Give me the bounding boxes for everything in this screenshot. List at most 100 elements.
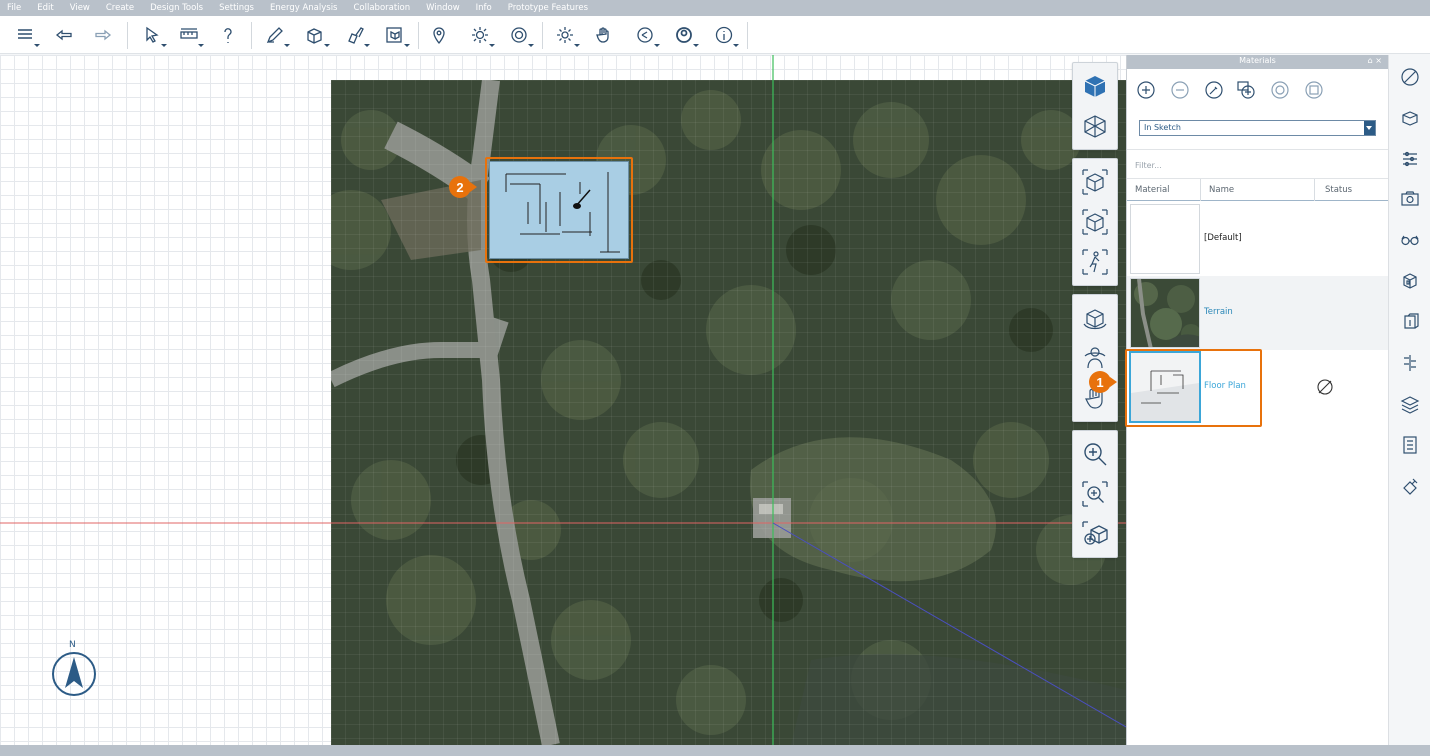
zoom-selected-icon[interactable] xyxy=(1073,162,1117,202)
location-pin-icon[interactable] xyxy=(427,23,451,47)
menu-info[interactable]: Info xyxy=(476,3,492,13)
column-material[interactable]: Material xyxy=(1135,185,1170,195)
material-thumbnail xyxy=(1130,204,1200,274)
column-status[interactable]: Status xyxy=(1325,185,1352,195)
compass-north-label: N xyxy=(69,640,76,650)
sections-panel-icon[interactable] xyxy=(1399,311,1421,333)
callout-1-pointer xyxy=(1110,377,1117,387)
chevron-down-icon[interactable] xyxy=(1364,121,1375,135)
right-sidebar xyxy=(1388,55,1430,745)
north-compass[interactable]: N xyxy=(50,640,98,700)
material-thumbnail xyxy=(1130,278,1200,348)
view-tools-group xyxy=(1072,158,1118,286)
plugins-panel-icon[interactable] xyxy=(1399,475,1421,497)
remove-material-icon[interactable] xyxy=(1169,79,1191,101)
menu-view[interactable]: View xyxy=(70,3,90,13)
materials-panel-header: Materials ⌂ × xyxy=(1127,55,1388,69)
not-used-icon xyxy=(1316,378,1334,401)
share-icon[interactable] xyxy=(633,23,660,47)
undo-icon[interactable] xyxy=(52,23,76,47)
layers-menu-icon[interactable] xyxy=(13,23,40,47)
view-tools-group xyxy=(1072,430,1118,558)
import-object-icon[interactable] xyxy=(383,23,410,47)
zoom-icon[interactable] xyxy=(1073,434,1117,474)
styles-panel-icon[interactable] xyxy=(1399,107,1421,129)
paint-material-icon[interactable] xyxy=(343,23,370,47)
callout-1: 1 xyxy=(1089,371,1111,393)
analysis-panel-icon[interactable] xyxy=(1399,434,1421,456)
gear-settings-icon[interactable] xyxy=(553,23,580,47)
measure-tool-icon[interactable] xyxy=(177,23,204,47)
help-lightbulb-icon[interactable] xyxy=(216,23,240,47)
material-row-default[interactable]: [Default] xyxy=(1127,202,1389,276)
perspective-view-icon[interactable] xyxy=(1073,106,1117,146)
toolbar-divider xyxy=(542,22,543,49)
toolbar-divider xyxy=(418,22,419,49)
zoom-extents-icon[interactable] xyxy=(1073,514,1117,554)
menu-window[interactable]: Window xyxy=(426,3,460,13)
sun-settings-icon[interactable] xyxy=(468,23,495,47)
main-toolbar xyxy=(0,16,1430,54)
column-name[interactable]: Name xyxy=(1209,185,1234,195)
menu-collaboration[interactable]: Collaboration xyxy=(353,3,410,13)
add-from-library-icon[interactable] xyxy=(1235,79,1257,101)
eyedropper-icon[interactable] xyxy=(1203,79,1225,101)
material-name: [Default] xyxy=(1204,233,1242,243)
materials-table-header: Material Name Status xyxy=(1127,179,1389,201)
panel-pin-close-controls[interactable]: ⌂ × xyxy=(1368,56,1382,65)
push-pull-icon[interactable] xyxy=(303,23,330,47)
compass-arrow-icon xyxy=(52,652,96,696)
components-panel-icon[interactable] xyxy=(1399,270,1421,292)
sketch-tool-icon[interactable] xyxy=(263,23,290,47)
layers-tree-icon[interactable] xyxy=(1399,352,1421,374)
materials-scope-dropdown[interactable]: In Sketch xyxy=(1139,120,1376,136)
callout-2: 2 xyxy=(449,176,471,198)
orbit-icon[interactable] xyxy=(1073,298,1117,338)
scenes-panel-icon[interactable] xyxy=(1399,188,1421,210)
column-divider xyxy=(1314,179,1315,201)
materials-toolbar xyxy=(1127,69,1388,111)
toolbar-divider xyxy=(127,22,128,49)
menu-bar: File Edit View Create Design Tools Setti… xyxy=(0,0,1430,16)
rendering-icon[interactable] xyxy=(507,23,534,47)
properties-panel-icon[interactable] xyxy=(1399,148,1421,170)
add-material-icon[interactable] xyxy=(1135,79,1157,101)
menu-energy-analysis[interactable]: Energy Analysis xyxy=(270,3,337,13)
hand-pan-icon[interactable] xyxy=(592,23,616,47)
menu-settings[interactable]: Settings xyxy=(219,3,254,13)
view-tools-group xyxy=(1072,62,1118,150)
status-bar xyxy=(0,745,1430,756)
menu-file[interactable]: File xyxy=(7,3,21,13)
menu-create[interactable]: Create xyxy=(106,3,134,13)
material-name: Terrain xyxy=(1204,307,1233,317)
materials-scope-value: In Sketch xyxy=(1144,123,1181,132)
material-properties-icon[interactable] xyxy=(1303,79,1325,101)
callout-2-pointer xyxy=(470,182,477,192)
materials-panel-icon[interactable] xyxy=(1399,66,1421,88)
info-icon[interactable] xyxy=(712,23,739,47)
sketch-canvas[interactable]: 2 N xyxy=(0,55,1126,745)
toolbar-divider xyxy=(251,22,252,49)
menu-prototype-features[interactable]: Prototype Features xyxy=(508,3,588,13)
fit-view-icon[interactable] xyxy=(1073,202,1117,242)
replace-material-icon[interactable] xyxy=(1269,79,1291,101)
layers-panel-icon[interactable] xyxy=(1399,393,1421,415)
material-row-terrain[interactable]: Terrain xyxy=(1127,276,1389,350)
view-cube-icon[interactable] xyxy=(1073,66,1117,106)
view-tools-palette xyxy=(1072,62,1118,566)
materials-filter-input[interactable]: Filter... xyxy=(1127,149,1389,179)
walk-view-icon[interactable] xyxy=(1073,242,1117,282)
select-tool-icon[interactable] xyxy=(140,23,167,47)
menu-design-tools[interactable]: Design Tools xyxy=(150,3,203,13)
floor-plan-highlight xyxy=(485,157,633,263)
user-profile-icon[interactable] xyxy=(672,23,699,47)
materials-panel: Materials ⌂ × In Sketch Filter... Materi… xyxy=(1125,55,1389,745)
view-tools-group xyxy=(1072,294,1118,422)
redo-icon[interactable] xyxy=(91,23,115,47)
visual-styles-icon[interactable] xyxy=(1399,229,1421,251)
materials-panel-title: Materials xyxy=(1239,56,1276,65)
zoom-window-icon[interactable] xyxy=(1073,474,1117,514)
floor-plan-row-highlight xyxy=(1125,349,1262,427)
filter-placeholder: Filter... xyxy=(1135,161,1162,170)
menu-edit[interactable]: Edit xyxy=(37,3,53,13)
